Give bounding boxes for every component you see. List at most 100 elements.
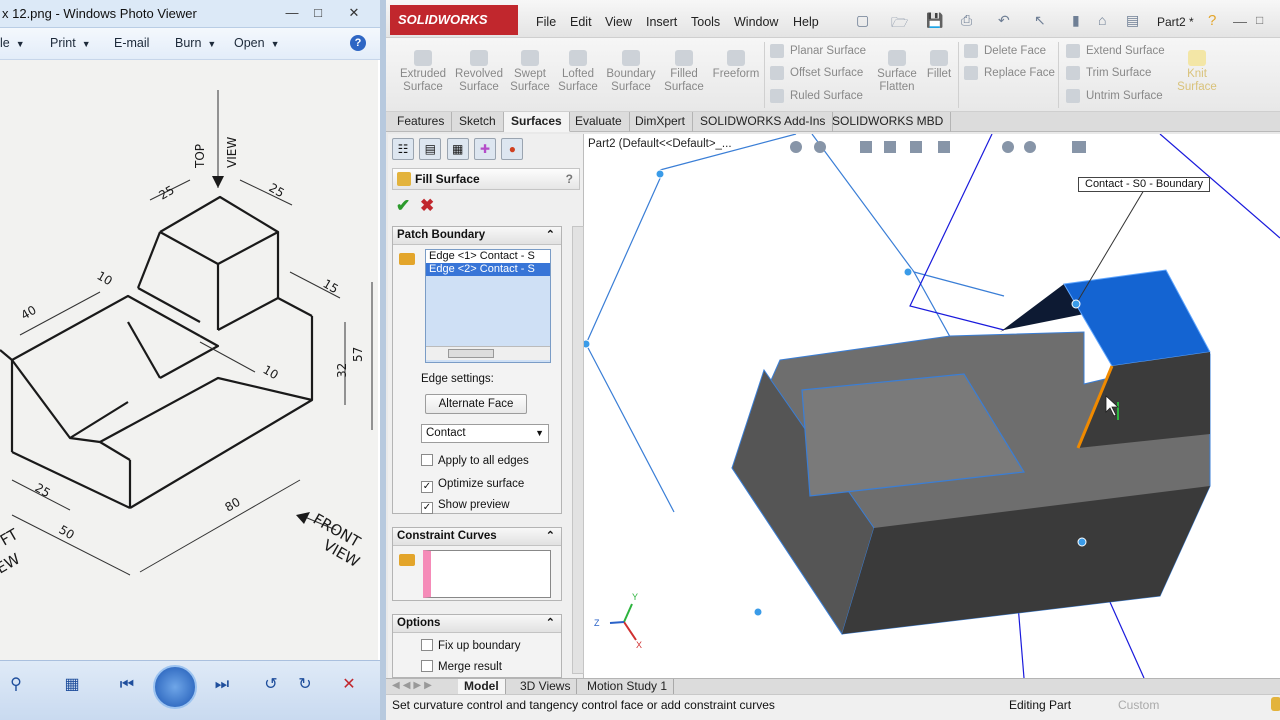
- display-manager-icon[interactable]: ●: [501, 138, 524, 160]
- delete-icon[interactable]: ✕: [335, 673, 363, 697]
- help-icon[interactable]: ?: [566, 169, 573, 189]
- tab-scroll-arrows[interactable]: ◀◀▶▶: [392, 680, 450, 693]
- trim-surface-button[interactable]: Trim Surface: [1066, 65, 1151, 81]
- boundary-callout[interactable]: Contact - S0 - Boundary: [1078, 177, 1211, 192]
- menu-burn[interactable]: Burn ▼: [175, 36, 216, 50]
- tab-dimxpert[interactable]: DimXpert: [628, 112, 694, 132]
- minimize-icon[interactable]: —: [280, 4, 304, 22]
- boundary-surface-button[interactable]: Boundary Surface: [604, 50, 658, 94]
- menu-help[interactable]: Help: [793, 15, 819, 29]
- select-icon[interactable]: ↖: [1034, 12, 1046, 29]
- file-properties-icon[interactable]: ⌂: [1098, 12, 1106, 28]
- offset-surface-button[interactable]: Offset Surface: [770, 65, 863, 81]
- planar-surface-icon: [770, 44, 784, 58]
- rotate-right-icon[interactable]: ↻: [291, 673, 319, 697]
- alternate-face-button[interactable]: Alternate Face: [425, 394, 527, 414]
- planar-surface-button[interactable]: Planar Surface: [770, 43, 866, 59]
- options-group: Options ⌃ Fix up boundary Merge result: [392, 614, 562, 678]
- tab-model[interactable]: Model: [458, 679, 506, 694]
- new-document-icon[interactable]: ▢: [856, 12, 869, 29]
- actual-size-icon[interactable]: ▦: [58, 673, 86, 697]
- menu-email[interactable]: E-mail: [114, 36, 149, 50]
- menu-tools[interactable]: Tools: [691, 15, 720, 29]
- dimxpert-icon[interactable]: ✚: [474, 138, 497, 160]
- ok-check-icon[interactable]: ✔: [396, 196, 410, 216]
- group-header[interactable]: Patch Boundary ⌃: [393, 227, 561, 245]
- extruded-surface-button[interactable]: Extruded Surface: [396, 50, 450, 94]
- feature-tree-icon[interactable]: ☷: [392, 138, 414, 160]
- fillet-icon: [930, 50, 948, 66]
- menu-print[interactable]: Print ▼: [50, 36, 91, 50]
- freeform-button[interactable]: Freeform: [710, 50, 762, 81]
- menu-edit[interactable]: Edit: [570, 15, 592, 29]
- optimize-surface-checkbox[interactable]: ✓ Optimize surface: [421, 477, 524, 493]
- close-icon[interactable]: ✕: [342, 4, 366, 22]
- options-icon[interactable]: ▤: [1126, 12, 1139, 29]
- slideshow-button[interactable]: [153, 665, 197, 709]
- pm-scrollbar[interactable]: [572, 226, 584, 674]
- print-icon[interactable]: ⎙: [961, 12, 972, 29]
- list-item[interactable]: Edge <2> Contact - S: [426, 263, 550, 276]
- knit-surface-button[interactable]: Knit Surface: [1170, 50, 1224, 94]
- minimize-icon[interactable]: —: [1233, 13, 1247, 29]
- extend-surface-button[interactable]: Extend Surface: [1066, 43, 1165, 59]
- help-icon[interactable]: ?: [350, 35, 366, 51]
- maximize-icon[interactable]: □: [1256, 13, 1263, 27]
- property-manager-icon[interactable]: ▤: [419, 138, 442, 160]
- menu-open[interactable]: Open ▼: [234, 36, 280, 50]
- edge-type-select[interactable]: Contact ▼: [421, 424, 549, 443]
- menu-view[interactable]: View: [605, 15, 632, 29]
- revolved-surface-button[interactable]: Revolved Surface: [452, 50, 506, 94]
- rotate-left-icon[interactable]: ↺: [257, 673, 285, 697]
- zoom-icon[interactable]: ⚲: [2, 673, 30, 697]
- ruled-surface-button[interactable]: Ruled Surface: [770, 88, 863, 104]
- tab-surfaces[interactable]: Surfaces: [504, 112, 570, 132]
- next-icon[interactable]: ⏭: [208, 673, 236, 697]
- constraint-curves-list[interactable]: [423, 550, 551, 598]
- menu-file[interactable]: File: [536, 15, 556, 29]
- apply-all-edges-checkbox[interactable]: Apply to all edges: [421, 454, 529, 468]
- show-preview-checkbox[interactable]: ✓ Show preview: [421, 498, 510, 514]
- boundary-list[interactable]: Edge <1> Contact - S Edge <2> Contact - …: [425, 249, 551, 363]
- maximize-icon[interactable]: □: [306, 4, 330, 22]
- replace-face-icon: [964, 66, 978, 80]
- untrim-surface-button[interactable]: Untrim Surface: [1066, 88, 1163, 104]
- surface-flatten-button[interactable]: Surface Flatten: [872, 50, 922, 94]
- tab-motion-study[interactable]: Motion Study 1: [581, 679, 675, 694]
- previous-icon[interactable]: ⏮: [113, 673, 141, 697]
- delete-face-button[interactable]: Delete Face: [964, 43, 1046, 59]
- units-status[interactable]: Custom: [1118, 695, 1159, 715]
- tab-3d-views[interactable]: 3D Views: [514, 679, 578, 694]
- fix-up-boundary-checkbox[interactable]: Fix up boundary: [421, 639, 520, 653]
- tab-evaluate[interactable]: Evaluate: [568, 112, 630, 132]
- open-icon[interactable]: 🗁: [891, 12, 908, 36]
- horizontal-scrollbar[interactable]: [426, 346, 550, 360]
- menu-file[interactable]: le ▼: [0, 36, 25, 50]
- tab-addins[interactable]: SOLIDWORKS Add-Ins: [693, 112, 834, 132]
- replace-face-button[interactable]: Replace Face: [964, 65, 1055, 81]
- swept-surface-button[interactable]: Swept Surface: [506, 50, 554, 94]
- graphics-area[interactable]: Y X Z Part2 (Default<<Default>_...: [584, 134, 1280, 678]
- fillet-button[interactable]: Fillet: [922, 50, 956, 81]
- group-header[interactable]: Options ⌃: [393, 615, 561, 633]
- rebuild-icon[interactable]: ▮: [1072, 12, 1080, 29]
- tab-sketch[interactable]: Sketch: [452, 112, 504, 132]
- undo-icon[interactable]: ↶: [998, 12, 1010, 29]
- tab-mbd[interactable]: SOLIDWORKS MBD: [825, 112, 952, 132]
- list-item[interactable]: Edge <1> Contact - S: [426, 250, 550, 263]
- filled-surface-button[interactable]: Filled Surface: [660, 50, 708, 94]
- help-icon[interactable]: ?: [1208, 12, 1216, 29]
- menu-window[interactable]: Window: [734, 15, 778, 29]
- configuration-icon[interactable]: ▦: [446, 138, 469, 160]
- group-header[interactable]: Constraint Curves ⌃: [393, 528, 561, 546]
- tab-features[interactable]: Features: [390, 112, 453, 132]
- menu-insert[interactable]: Insert: [646, 15, 677, 29]
- merge-result-checkbox[interactable]: Merge result: [421, 660, 502, 674]
- cancel-x-icon[interactable]: ✖: [420, 196, 434, 216]
- property-manager: ☷ ▤ ▦ ✚ ● Fill Surface ? ✔ ✖ Patch Bound…: [388, 134, 584, 678]
- photo-viewer-window: x 12.png - Windows Photo Viewer — □ ✕ le…: [0, 0, 380, 720]
- feature-breadcrumb[interactable]: Part2 (Default<<Default>_...: [588, 138, 732, 150]
- save-icon[interactable]: 💾: [926, 12, 943, 29]
- rebuild-status-icon[interactable]: [1271, 697, 1280, 711]
- lofted-surface-button[interactable]: Lofted Surface: [554, 50, 602, 94]
